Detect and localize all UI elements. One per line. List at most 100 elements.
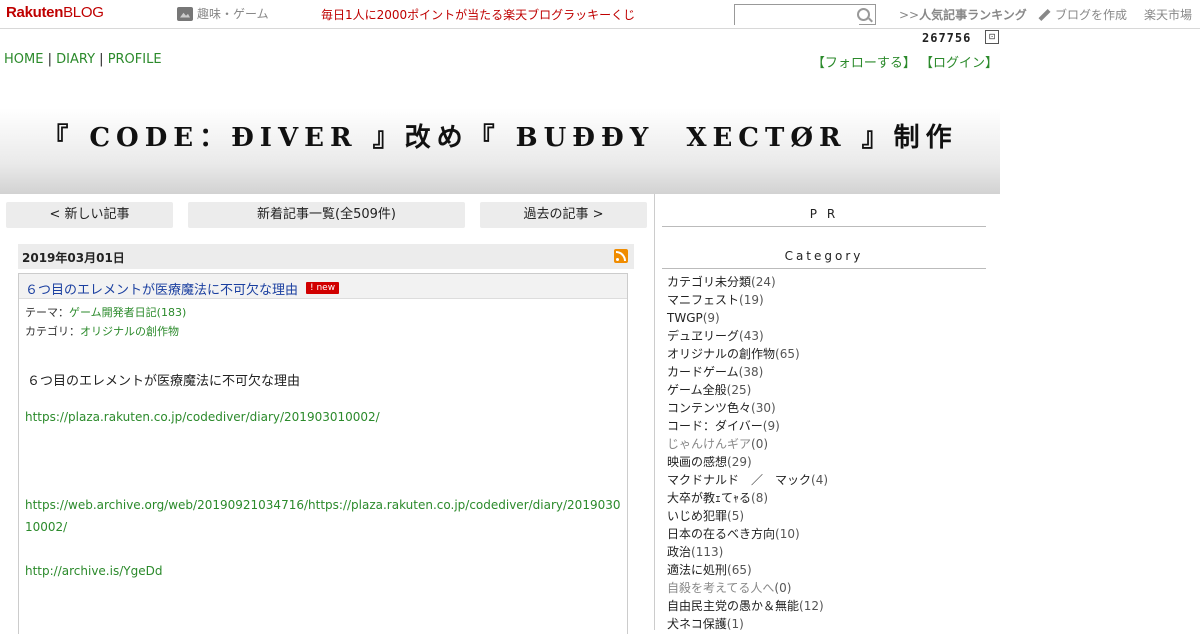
pr-heading: P R — [662, 207, 986, 227]
category-name: 政治 — [667, 545, 692, 559]
category-count: (30) — [751, 401, 776, 415]
category-item[interactable]: TWGP(9) — [667, 309, 987, 327]
genre-link[interactable]: 趣味・ゲーム — [177, 5, 269, 22]
category-name: 犬ネコ保護 — [667, 617, 727, 631]
category-name: 映画の感想 — [667, 455, 728, 469]
create-blog-link[interactable]: ブログを作成 — [1038, 6, 1127, 23]
category-name: 自殺を考えてる人へ — [667, 581, 775, 595]
date-header: 2019年03月01日 — [18, 244, 634, 269]
category-name: じゃんけんギア — [667, 437, 752, 451]
nav-diary[interactable]: DIARY — [56, 52, 95, 67]
category-name: 適法に処刑 — [667, 563, 728, 577]
article-header: ６つ目のエレメントが医療魔法に不可欠な理由 ! new — [19, 274, 627, 299]
search-icon[interactable] — [857, 8, 870, 21]
category-item[interactable]: 犬ネコ保護(1) — [667, 615, 987, 633]
category-name: TWGP — [667, 311, 703, 325]
ranking-prefix: >> — [899, 8, 920, 22]
article: ６つ目のエレメントが医療魔法に不可欠な理由 ! new テーマ：ゲーム開発者日記… — [18, 273, 628, 634]
category-list: カテゴリ未分類(24) マニフェスト(19) TWGP(9) デュヱリーグ(43) オリ… — [667, 273, 987, 633]
theme-label: テーマ： — [25, 306, 69, 319]
category-name: コード：ダイバー — [667, 419, 763, 433]
article-link-3[interactable]: http://archive.is/YgeDd — [25, 560, 162, 582]
category-item[interactable]: カテゴリ未分類(24) — [667, 273, 987, 291]
category-item[interactable]: コンテンツ色々(30) — [667, 399, 987, 417]
category-count: (43) — [739, 329, 764, 343]
newer-post-button[interactable]: < 新しい記事 — [6, 202, 173, 228]
category-name: デュヱリーグ — [667, 329, 740, 343]
new-badge: ! new — [306, 282, 340, 294]
rakuten-market-link[interactable]: 楽天市場 — [1144, 6, 1192, 23]
category-count: (8) — [751, 491, 769, 505]
category-count: (19) — [739, 293, 764, 307]
category-heading: Category — [662, 249, 986, 269]
category-count: (12) — [799, 599, 824, 613]
category-count: (38) — [738, 365, 764, 379]
login-link[interactable]: 【ログイン】 — [920, 56, 998, 71]
article-category: カテゴリ：オリジナルの創作物 — [25, 323, 179, 339]
category-count: (24) — [751, 275, 776, 289]
rakuten-blog-logo[interactable]: RakutenBLOG — [6, 4, 104, 22]
create-blog-label: ブログを作成 — [1055, 8, 1128, 22]
category-item[interactable]: 自由民主党の愚か＆無能(12) — [667, 597, 987, 615]
category-item[interactable]: マニフェスト(19) — [667, 291, 987, 309]
category-item[interactable]: デュヱリーグ(43) — [667, 327, 987, 345]
category-name: マニフェスト — [667, 293, 740, 307]
new-badge-label: new — [316, 283, 336, 293]
logo-blog-text: BLOG — [63, 4, 104, 21]
category-item[interactable]: 自殺を考えてる人へ(0) — [667, 579, 987, 597]
category-item[interactable]: 大卒が教ｪてｬる(8) — [667, 489, 987, 507]
category-item[interactable]: カードゲーム(38) — [667, 363, 987, 381]
category-name: 自由民主党の愚か＆無能 — [667, 599, 800, 613]
rss-icon[interactable] — [614, 249, 628, 263]
pencil-icon — [1038, 8, 1051, 21]
nav-profile[interactable]: PROFILE — [108, 52, 162, 67]
category-count: (10) — [775, 527, 800, 541]
category-count: (29) — [727, 455, 752, 469]
article-title[interactable]: ６つ目のエレメントが医療魔法に不可欠な理由 — [25, 279, 298, 298]
category-item[interactable]: ゲーム全般(25) — [667, 381, 987, 399]
counter-icon[interactable]: ⊡ — [985, 30, 999, 44]
category-name: マクドナルド ／ マック — [667, 473, 812, 487]
category-item[interactable]: 適法に処刑(65) — [667, 561, 987, 579]
nav-separator: | — [99, 52, 104, 67]
category-count: (25) — [726, 383, 752, 397]
category-count: (65) — [775, 347, 800, 361]
lucky-lottery-link[interactable]: 毎日1人に2000ポイントが当たる楽天ブログラッキーくじ — [321, 6, 635, 23]
category-item[interactable]: コード：ダイバー(9) — [667, 417, 987, 435]
category-count: (1) — [726, 617, 744, 631]
category-item[interactable]: マクドナルド ／ マック(4) — [667, 471, 987, 489]
column-divider — [654, 194, 655, 630]
category-item[interactable]: 日本の在るべき方向(10) — [667, 525, 987, 543]
post-list-button[interactable]: 新着記事一覧(全509件) — [188, 202, 465, 228]
search-input[interactable] — [735, 8, 859, 26]
category-name: いじめ犯罪 — [667, 509, 728, 523]
category-label: カテゴリ： — [25, 325, 80, 338]
category-count: (65) — [727, 563, 752, 577]
article-link-1[interactable]: https://plaza.rakuten.co.jp/codediver/di… — [25, 406, 380, 428]
blog-nav: HOME | DIARY | PROFILE — [4, 52, 162, 67]
access-counter: 267756 — [922, 31, 972, 45]
theme-link[interactable]: ゲーム開発者日記(183) — [69, 306, 186, 319]
main-column: < 新しい記事 新着記事一覧(全509件) 過去の記事 > 2019年03月01… — [0, 194, 654, 634]
category-count: (9) — [762, 419, 780, 433]
category-item[interactable]: いじめ犯罪(5) — [667, 507, 987, 525]
category-count: (4) — [811, 473, 829, 487]
category-count: (0) — [751, 437, 769, 451]
follow-login: 【フォローする】 【ログイン】 — [812, 52, 998, 71]
category-item[interactable]: じゃんけんギア(0) — [667, 435, 987, 453]
article-theme: テーマ：ゲーム開発者日記(183) — [25, 304, 186, 320]
older-post-button[interactable]: 過去の記事 > — [480, 202, 647, 228]
blog-title[interactable]: 『 CODE：ĐIVER 』改め『 BUĐĐY XECTØR 』制作 — [0, 117, 1000, 154]
article-link-2[interactable]: https://web.archive.org/web/201909210347… — [25, 494, 621, 538]
category-item[interactable]: オリジナルの創作物(65) — [667, 345, 987, 363]
category-count: (9) — [702, 311, 720, 325]
category-link[interactable]: オリジナルの創作物 — [80, 325, 179, 338]
ranking-link[interactable]: >>人気記事ランキング — [899, 6, 1027, 23]
category-item[interactable]: 政治(113) — [667, 543, 987, 561]
nav-home[interactable]: HOME — [4, 52, 43, 67]
category-item[interactable]: 映画の感想(29) — [667, 453, 987, 471]
follow-link[interactable]: 【フォローする】 — [812, 56, 916, 71]
category-name: ゲーム全般 — [667, 383, 727, 397]
category-count: (0) — [774, 581, 792, 595]
category-name: 大卒が教ｪてｬる — [667, 491, 752, 505]
